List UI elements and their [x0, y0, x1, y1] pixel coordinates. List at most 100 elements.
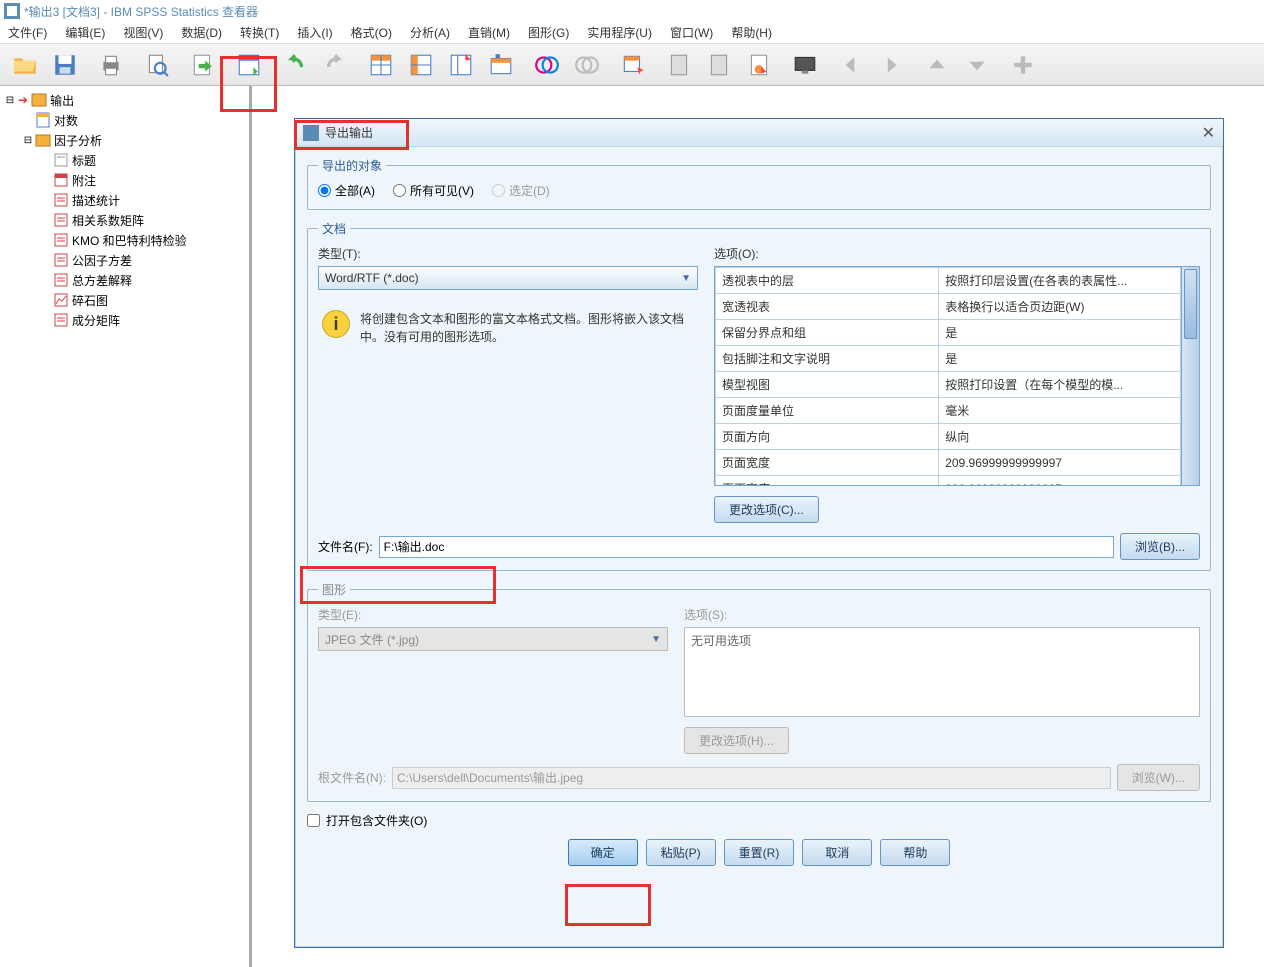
- radio-all[interactable]: 全部(A): [318, 182, 375, 199]
- add-button[interactable]: [1004, 48, 1042, 82]
- option-value[interactable]: 按照打印设置（在每个模型的模...: [939, 372, 1181, 398]
- file-label: 文件名(F):: [318, 538, 373, 555]
- menu-utilities[interactable]: 实用程序(U): [587, 24, 652, 41]
- img-options-list: 无可用选项: [684, 627, 1200, 717]
- goto-data-button[interactable]: [230, 48, 268, 82]
- outline-tree[interactable]: ⊟➔ 输出 对数 ⊟ 因子分析 标题附注描述统计相关系数矩阵KMO 和巴特利特检…: [0, 86, 250, 967]
- tree-factor[interactable]: ⊟ 因子分析: [4, 130, 249, 150]
- tree-root[interactable]: ⊟➔ 输出: [4, 90, 249, 110]
- close-icon[interactable]: ✕: [1202, 123, 1215, 143]
- tree-item[interactable]: 附注: [4, 170, 249, 190]
- menu-help[interactable]: 帮助(H): [731, 24, 772, 41]
- option-name[interactable]: 宽透视表: [716, 294, 939, 320]
- tree-log[interactable]: 对数: [4, 110, 249, 130]
- menu-direct[interactable]: 直销(M): [468, 24, 510, 41]
- tree-item[interactable]: 相关系数矩阵: [4, 210, 249, 230]
- option-value[interactable]: 毫米: [939, 398, 1181, 424]
- option-name[interactable]: 页面度量单位: [716, 398, 939, 424]
- paste-button[interactable]: 粘贴(P): [646, 839, 716, 866]
- log-icon: [34, 112, 52, 128]
- circles1-button[interactable]: [528, 48, 566, 82]
- save-button[interactable]: [46, 48, 84, 82]
- screen-button[interactable]: [786, 48, 824, 82]
- document-group: 文档 类型(T): Word/RTF (*.doc) ▼ i 将创建包含文本和图…: [307, 220, 1211, 571]
- folder-icon: [34, 132, 52, 148]
- grid1-button[interactable]: [362, 48, 400, 82]
- doc3-button[interactable]: [740, 48, 778, 82]
- option-value[interactable]: 表格换行以适合页边距(W): [939, 294, 1181, 320]
- option-name[interactable]: 页面方向: [716, 424, 939, 450]
- browse-button[interactable]: 浏览(B)...: [1120, 533, 1200, 560]
- cancel-button[interactable]: 取消: [802, 839, 872, 866]
- tree-item[interactable]: 公因子方差: [4, 250, 249, 270]
- img-change-options-button: 更改选项(H)...: [684, 727, 789, 754]
- tree-item[interactable]: 总方差解释: [4, 270, 249, 290]
- file-input[interactable]: [379, 536, 1114, 558]
- select-button[interactable]: [614, 48, 652, 82]
- option-name[interactable]: 模型视图: [716, 372, 939, 398]
- type-combo[interactable]: Word/RTF (*.doc) ▼: [318, 266, 698, 290]
- reset-button[interactable]: 重置(R): [724, 839, 795, 866]
- menu-edit[interactable]: 编辑(E): [65, 24, 105, 41]
- nav-left-button[interactable]: [832, 48, 870, 82]
- doc2-button[interactable]: [700, 48, 738, 82]
- option-value[interactable]: 是: [939, 320, 1181, 346]
- menu-analyze[interactable]: 分析(A): [410, 24, 450, 41]
- option-value[interactable]: 纵向: [939, 424, 1181, 450]
- info-text: 将创建包含文本和图形的富文本格式文档。图形将嵌入该文档中。没有可用的图形选项。: [360, 310, 694, 346]
- nav-down-button[interactable]: [958, 48, 996, 82]
- option-name[interactable]: 保留分界点和组: [716, 320, 939, 346]
- menu-format[interactable]: 格式(O): [351, 24, 392, 41]
- nav-right-button[interactable]: [872, 48, 910, 82]
- open-folder-checkbox[interactable]: 打开包含文件夹(O): [307, 812, 1211, 829]
- option-name[interactable]: 透视表中的层: [716, 268, 939, 294]
- dialog-icon: [303, 125, 319, 141]
- option-name[interactable]: 页面宽度: [716, 450, 939, 476]
- menu-data[interactable]: 数据(D): [181, 24, 222, 41]
- option-name[interactable]: 包括脚注和文字说明: [716, 346, 939, 372]
- grid4-button[interactable]: [482, 48, 520, 82]
- dialog-title-bar[interactable]: 导出输出 ✕: [295, 119, 1223, 147]
- chevron-down-icon: ▼: [651, 634, 661, 645]
- tree-item[interactable]: 成分矩阵: [4, 310, 249, 330]
- tree-item[interactable]: 描述统计: [4, 190, 249, 210]
- radio-visible[interactable]: 所有可见(V): [393, 182, 474, 199]
- info-icon: i: [322, 310, 350, 338]
- image-group: 图形 类型(E): JPEG 文件 (*.jpg) ▼ 选项(S): 无可用选项…: [307, 581, 1211, 802]
- redo-button[interactable]: [316, 48, 354, 82]
- menu-window[interactable]: 窗口(W): [670, 24, 713, 41]
- item-icon: [52, 312, 70, 328]
- item-icon: [52, 192, 70, 208]
- change-options-button[interactable]: 更改选项(C)...: [714, 496, 819, 523]
- doc1-button[interactable]: [660, 48, 698, 82]
- export-button[interactable]: [184, 48, 222, 82]
- options-table[interactable]: 透视表中的层按照打印层设置(在各表的表属性...宽透视表表格换行以适合页边距(W…: [714, 266, 1200, 486]
- radio-selected: 选定(D): [492, 182, 550, 199]
- ok-button[interactable]: 确定: [568, 839, 638, 866]
- grid3-button[interactable]: [442, 48, 480, 82]
- window-title: *输出3 [文档3] - IBM SPSS Statistics 查看器: [24, 3, 258, 20]
- circles2-button[interactable]: [568, 48, 606, 82]
- open-button[interactable]: [6, 48, 44, 82]
- preview-button[interactable]: [138, 48, 176, 82]
- undo-button[interactable]: [276, 48, 314, 82]
- options-scrollbar[interactable]: [1181, 267, 1199, 485]
- chevron-down-icon: ▼: [681, 273, 691, 284]
- menu-insert[interactable]: 插入(I): [297, 24, 332, 41]
- menu-graphs[interactable]: 图形(G): [528, 24, 569, 41]
- grid2-button[interactable]: [402, 48, 440, 82]
- menu-transform[interactable]: 转换(T): [240, 24, 279, 41]
- menu-file[interactable]: 文件(F): [8, 24, 47, 41]
- tree-item[interactable]: KMO 和巴特利特检验: [4, 230, 249, 250]
- option-value[interactable]: 是: [939, 346, 1181, 372]
- help-button[interactable]: 帮助: [880, 839, 950, 866]
- tree-item[interactable]: 碎石图: [4, 290, 249, 310]
- tree-item[interactable]: 标题: [4, 150, 249, 170]
- option-value[interactable]: 209.96999999999997: [939, 450, 1181, 476]
- menu-view[interactable]: 视图(V): [123, 24, 163, 41]
- nav-up-button[interactable]: [918, 48, 956, 82]
- print-button[interactable]: [92, 48, 130, 82]
- option-value[interactable]: 按照打印层设置(在各表的表属性...: [939, 268, 1181, 294]
- img-browse-button: 浏览(W)...: [1117, 764, 1200, 791]
- document-legend: 文档: [318, 220, 350, 237]
